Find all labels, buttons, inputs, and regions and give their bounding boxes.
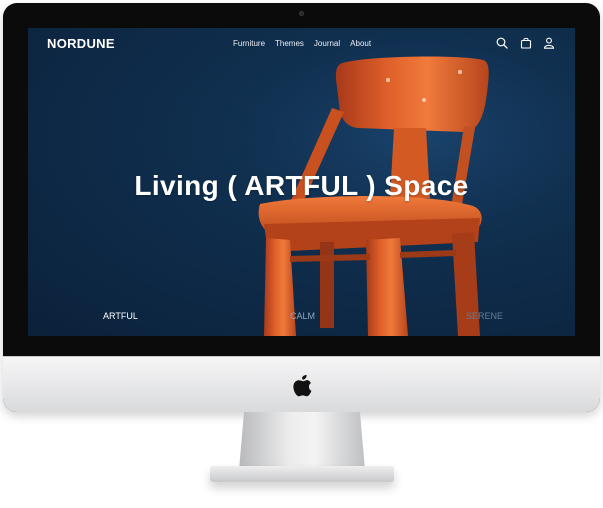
hero-headline: Living ( ARTFUL ) Space bbox=[134, 170, 469, 201]
monitor-stand-base bbox=[210, 466, 394, 482]
website-screen: NORDUNE Furniture Themes Journal About L… bbox=[28, 28, 575, 336]
top-nav: NORDUNE Furniture Themes Journal About bbox=[28, 28, 575, 60]
tab-calm[interactable]: CALM bbox=[290, 311, 315, 321]
monitor-stand-neck bbox=[239, 412, 365, 470]
tab-serene[interactable]: SERENE bbox=[466, 311, 503, 321]
search-icon[interactable] bbox=[496, 37, 508, 49]
menu-item-journal[interactable]: Journal bbox=[314, 39, 340, 48]
monitor-chin bbox=[3, 356, 600, 412]
menu-item-themes[interactable]: Themes bbox=[275, 39, 304, 48]
bag-icon[interactable] bbox=[520, 37, 532, 49]
apple-logo-icon bbox=[293, 375, 312, 397]
camera-dot bbox=[299, 11, 304, 16]
main-menu: Furniture Themes Journal About bbox=[233, 39, 371, 48]
monitor: NORDUNE Furniture Themes Journal About L… bbox=[3, 3, 600, 412]
tab-artful[interactable]: ARTFUL bbox=[103, 311, 138, 321]
menu-item-about[interactable]: About bbox=[350, 39, 371, 48]
menu-item-furniture[interactable]: Furniture bbox=[233, 39, 265, 48]
brand-logo[interactable]: NORDUNE bbox=[47, 36, 115, 51]
user-icon[interactable] bbox=[543, 37, 555, 49]
